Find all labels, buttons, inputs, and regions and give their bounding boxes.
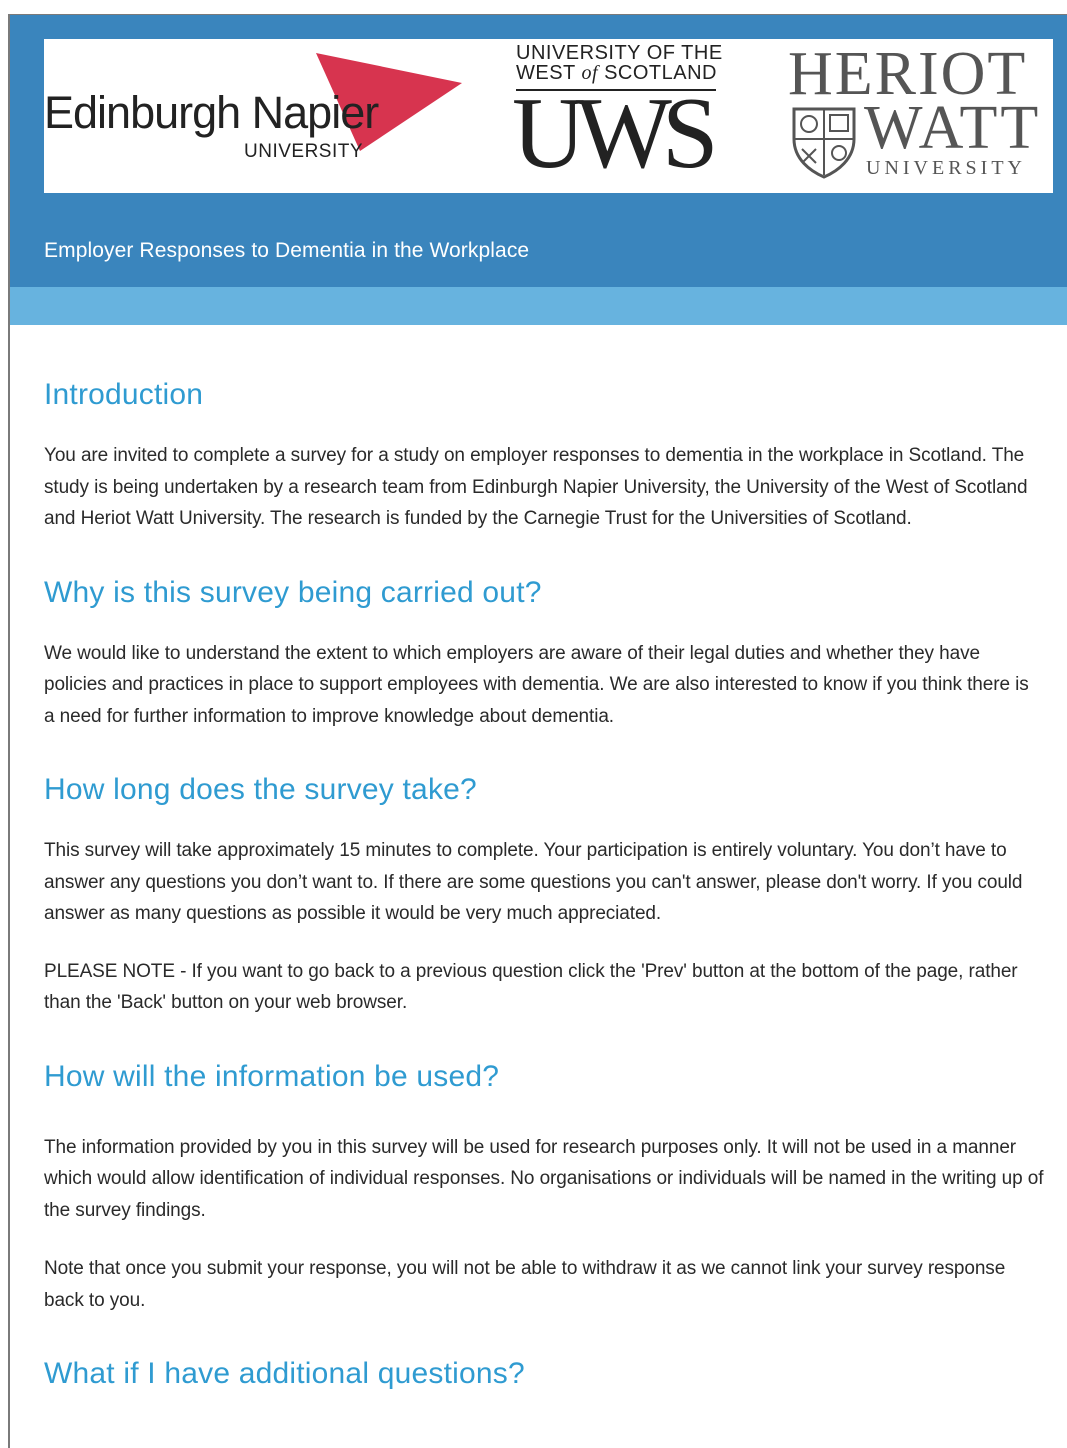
section-heading: Why is this survey being carried out? <box>44 575 542 609</box>
logo-strip: Edinburgh Napier UNIVERSITY UNIVERSITY O… <box>44 39 1053 193</box>
section-paragraph: The information provided by you in this … <box>44 1136 1044 1221</box>
uws-logo-mark: UWS <box>512 77 719 190</box>
napier-logo-name: Edinburgh Napier <box>44 87 379 138</box>
survey-page: Edinburgh Napier UNIVERSITY UNIVERSITY O… <box>8 14 1067 1448</box>
header-light-band <box>10 287 1067 325</box>
section-introduction: Introduction You are invited to complete… <box>44 375 1044 535</box>
survey-content: Introduction You are invited to complete… <box>44 375 1044 1394</box>
hw-logo-line2: WATT <box>864 94 1042 162</box>
uws-logo-line1: UNIVERSITY OF THE <box>516 42 723 64</box>
section-heading: How will the information be used? <box>44 1059 500 1093</box>
section-how-long: How long does the survey take? This surv… <box>44 770 1044 1019</box>
section-heading: How long does the survey take? <box>44 773 477 806</box>
section-heading: What if I have additional questions? <box>44 1357 525 1390</box>
section-additional-questions: What if I have additional questions? <box>44 1354 1044 1394</box>
section-paragraph: We would like to understand the extent t… <box>44 642 1029 727</box>
heriot-watt-logo: HERIOT WATT UNIVERSITY <box>788 41 1050 191</box>
section-paragraph: You are invited to complete a survey for… <box>44 445 1028 529</box>
uws-logo: UNIVERSITY OF THE WEST of SCOTLAND UWS <box>512 42 724 193</box>
napier-logo-sub: UNIVERSITY <box>244 141 364 162</box>
section-why: Why is this survey being carried out? We… <box>44 573 1044 733</box>
header-band: Edinburgh Napier UNIVERSITY UNIVERSITY O… <box>10 15 1067 287</box>
edinburgh-napier-logo: Edinburgh Napier UNIVERSITY <box>44 39 474 193</box>
section-heading: Introduction <box>44 378 204 411</box>
section-paragraph-note: PLEASE NOTE - If you want to go back to … <box>44 960 1018 1014</box>
section-paragraph: This survey will take approximately 15 m… <box>44 840 1023 924</box>
hw-logo-line3: UNIVERSITY <box>866 157 1026 179</box>
heriot-watt-shield-icon <box>792 107 856 179</box>
section-information-use: How will the information be used? The in… <box>44 1057 1044 1317</box>
section-paragraph: Note that once you submit your response,… <box>44 1258 1006 1311</box>
survey-title: Employer Responses to Dementia in the Wo… <box>44 239 530 262</box>
